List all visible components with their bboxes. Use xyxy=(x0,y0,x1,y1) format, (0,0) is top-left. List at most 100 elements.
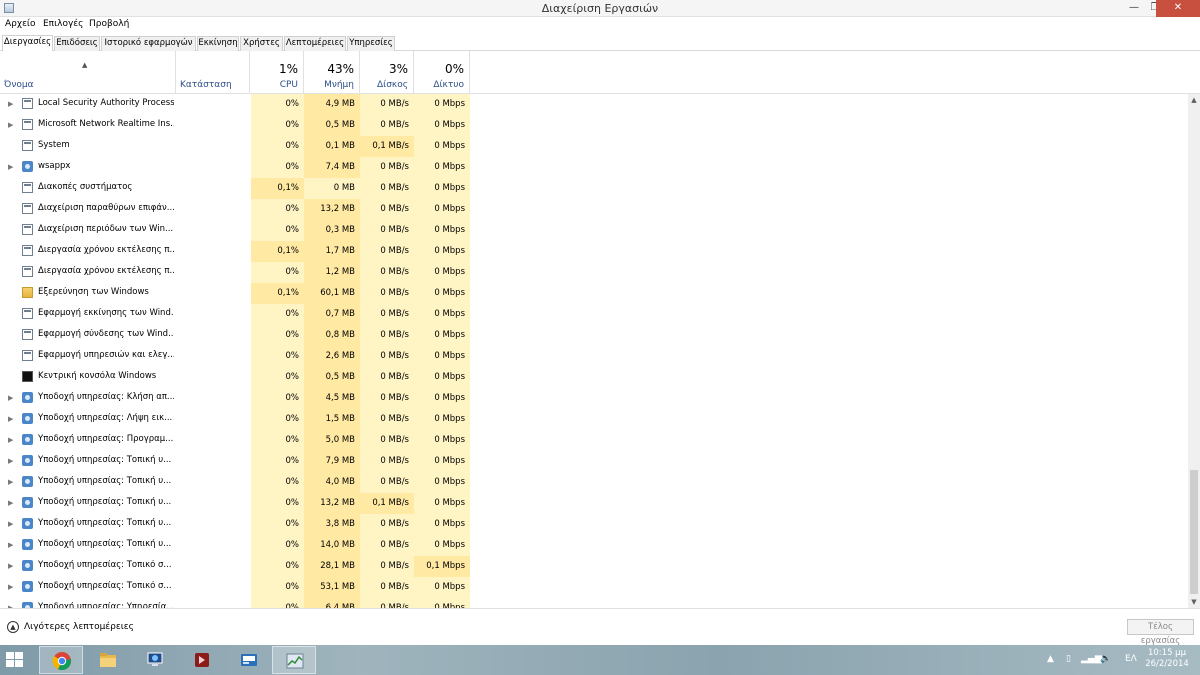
process-row[interactable]: Κεντρική κονσόλα Windows 0% 0,5 MB 0 MB/s 0 … xyxy=(0,367,1188,388)
expand-arrow-icon[interactable]: ▶ xyxy=(8,520,13,528)
process-row[interactable]: ▶ Local Security Authority Process... 0% 4,… xyxy=(0,94,1188,115)
taskbar-chrome[interactable] xyxy=(39,646,83,674)
memory-value: 14,0 MB xyxy=(304,535,360,556)
process-row[interactable]: System 0% 0,1 MB 0,1 MB/s 0 Mbps xyxy=(0,136,1188,157)
menu-view[interactable]: Προβολή xyxy=(89,19,129,29)
process-row[interactable]: ▶ Υποδοχή υπηρεσίας: Τοπικό σ... 0% 53,1 MB… xyxy=(0,577,1188,598)
menu-file[interactable]: Αρχείο xyxy=(5,19,36,29)
app-icon xyxy=(22,119,33,130)
close-button[interactable]: ✕ xyxy=(1156,0,1200,17)
process-row[interactable]: ▶ Υποδοχή υπηρεσίας: Λήψη εικ... 0% 1,5 MB 0… xyxy=(0,409,1188,430)
cpu-value: 0% xyxy=(251,367,304,388)
tab-performance[interactable]: Επιδόσεις xyxy=(54,36,100,51)
gear-icon xyxy=(22,518,33,529)
process-name: Εφαρμογή σύνδεσης των Wind... xyxy=(38,329,174,339)
process-row[interactable]: Διεργασία χρόνου εκτέλεσης π... 0,1% 1,7 M… xyxy=(0,241,1188,262)
expand-arrow-icon[interactable]: ▶ xyxy=(8,394,13,402)
process-row[interactable]: Εφαρμογή υπηρεσιών και ελεγ... 0% 2,6 MB 0 … xyxy=(0,346,1188,367)
process-row[interactable]: ▶ Υποδοχή υπηρεσίας: Τοπική υ... 0% 13,2 MB… xyxy=(0,493,1188,514)
memory-value: 0,8 MB xyxy=(304,325,360,346)
process-row[interactable]: ▶ Υποδοχή υπηρεσίας: Τοπικό σ... 0% 28,1 MB… xyxy=(0,556,1188,577)
taskbar-task-manager[interactable] xyxy=(272,646,316,674)
expand-arrow-icon[interactable]: ▶ xyxy=(8,415,13,423)
disk-value: 0 MB/s xyxy=(360,157,414,178)
taskbar-blue-app[interactable] xyxy=(227,646,271,674)
process-row[interactable]: ▶ Υποδοχή υπηρεσίας: Κλήση απ... 0% 4,5 MB 0… xyxy=(0,388,1188,409)
tab-details[interactable]: Λεπτομέρειες xyxy=(284,36,346,51)
expand-arrow-icon[interactable]: ▶ xyxy=(8,436,13,444)
app-icon xyxy=(22,182,33,193)
volume-icon[interactable]: 🔈 xyxy=(1100,654,1111,664)
scrollbar-thumb[interactable] xyxy=(1190,470,1198,594)
process-row[interactable]: Διακοπές συστήματος 0,1% 0 MB 0 MB/s 0 Mbps xyxy=(0,178,1188,199)
language-indicator[interactable]: ΕΛ xyxy=(1125,654,1137,664)
process-row[interactable]: ▶ Υποδοχή υπηρεσίας: Τοπική υ... 0% 14,0 MB… xyxy=(0,535,1188,556)
process-row[interactable]: Εξερεύνηση των Windows 0,1% 60,1 MB 0 MB/s 0… xyxy=(0,283,1188,304)
tab-services[interactable]: Υπηρεσίες xyxy=(347,36,395,51)
disk-total: 3% xyxy=(388,62,408,76)
expand-arrow-icon[interactable]: ▶ xyxy=(8,499,13,507)
cpu-value: 0% xyxy=(251,493,304,514)
tab-app-history[interactable]: Ιστορικό εφαρμογών xyxy=(101,36,196,51)
process-row[interactable]: Διεργασία χρόνου εκτέλεσης π... 0% 1,2 MB 0… xyxy=(0,262,1188,283)
cpu-value: 0% xyxy=(251,556,304,577)
expand-arrow-icon[interactable]: ▶ xyxy=(8,163,13,171)
end-task-button[interactable]: Τέλος εργασίας xyxy=(1127,619,1194,646)
column-cpu[interactable]: 1% CPU xyxy=(251,51,304,94)
scroll-down-icon[interactable]: ▼ xyxy=(1188,596,1200,608)
fewer-details-link[interactable]: Λιγότερες λεπτομέρειες xyxy=(24,622,134,632)
expand-arrow-icon[interactable]: ▶ xyxy=(8,541,13,549)
chevron-up-icon[interactable]: ▲ xyxy=(7,621,19,633)
tab-processes[interactable]: Διεργασίες xyxy=(2,35,53,52)
expand-arrow-icon[interactable]: ▶ xyxy=(8,562,13,570)
expand-arrow-icon[interactable]: ▶ xyxy=(8,100,13,108)
cpu-value: 0,1% xyxy=(251,178,304,199)
show-hidden-icons-icon[interactable]: ▲ xyxy=(1047,654,1054,664)
process-name: Εφαρμογή υπηρεσιών και ελεγ... xyxy=(38,350,174,360)
gear-icon xyxy=(22,413,33,424)
process-row[interactable]: ▶ wsappx 0% 7,4 MB 0 MB/s 0 Mbps xyxy=(0,157,1188,178)
tab-users[interactable]: Χρήστες xyxy=(240,36,283,51)
expand-arrow-icon[interactable]: ▶ xyxy=(8,121,13,129)
column-memory[interactable]: 43% Μνήμη xyxy=(304,51,360,94)
memory-value: 3,8 MB xyxy=(304,514,360,535)
process-row[interactable]: Εφαρμογή εκκίνησης των Wind... 0% 0,7 MB 0 … xyxy=(0,304,1188,325)
clock[interactable]: 10:15 μμ 26/2/2014 xyxy=(1142,648,1192,670)
expand-arrow-icon[interactable]: ▶ xyxy=(8,583,13,591)
task-manager-icon xyxy=(286,653,304,669)
taskbar-red-app[interactable] xyxy=(180,646,224,674)
signal-icon[interactable]: ▂▄▆ xyxy=(1081,654,1102,664)
column-name[interactable]: ▲ Όνομα xyxy=(0,51,176,94)
process-row[interactable]: ▶ Υποδοχή υπηρεσίας: Υπηρεσία... 0% 6,4 MB 0… xyxy=(0,598,1188,608)
cpu-value: 0% xyxy=(251,220,304,241)
process-row[interactable]: Διαχείριση παραθύρων επιφάν... 0% 13,2 MB 0… xyxy=(0,199,1188,220)
process-name: Διαχείριση παραθύρων επιφάν... xyxy=(38,203,174,213)
process-row[interactable]: ▶ Υποδοχή υπηρεσίας: Προγραμ... 0% 5,0 MB 0 … xyxy=(0,430,1188,451)
expand-arrow-icon[interactable]: ▶ xyxy=(8,457,13,465)
memory-total: 43% xyxy=(327,62,354,76)
tab-startup[interactable]: Εκκίνηση xyxy=(197,36,239,51)
cpu-value: 0% xyxy=(251,157,304,178)
network-value: 0 Mbps xyxy=(414,115,470,136)
battery-icon[interactable]: ▯ xyxy=(1066,654,1071,664)
process-row[interactable]: Εφαρμογή σύνδεσης των Wind... 0% 0,8 MB 0 M… xyxy=(0,325,1188,346)
process-row[interactable]: Διαχείριση περιόδων των Win... 0% 0,3 MB 0 … xyxy=(0,220,1188,241)
expand-arrow-icon[interactable]: ▶ xyxy=(8,478,13,486)
taskbar-file-explorer[interactable] xyxy=(86,646,130,674)
process-row[interactable]: ▶ Υποδοχή υπηρεσίας: Τοπική υ... 0% 3,8 MB 0… xyxy=(0,514,1188,535)
column-disk[interactable]: 3% Δίσκος xyxy=(360,51,414,94)
vertical-scrollbar[interactable]: ▲ ▼ xyxy=(1188,94,1200,608)
network-value: 0 Mbps xyxy=(414,136,470,157)
process-row[interactable]: ▶ Υποδοχή υπηρεσίας: Τοπική υ... 0% 4,0 MB 0… xyxy=(0,472,1188,493)
column-network[interactable]: 0% Δίκτυο xyxy=(414,51,470,94)
column-status[interactable]: Κατάσταση xyxy=(176,51,250,94)
taskbar-remote-desktop[interactable] xyxy=(133,646,177,674)
title-bar: Διαχείριση Εργασιών — ❐ ✕ xyxy=(0,0,1200,17)
process-row[interactable]: ▶ Microsoft Network Realtime Ins... 0% 0,5 … xyxy=(0,115,1188,136)
start-button[interactable] xyxy=(6,652,24,668)
menu-options[interactable]: Επιλογές xyxy=(43,19,83,29)
app-icon xyxy=(22,98,33,109)
disk-value: 0,1 MB/s xyxy=(360,136,414,157)
process-row[interactable]: ▶ Υποδοχή υπηρεσίας: Τοπική υ... 0% 7,9 MB 0… xyxy=(0,451,1188,472)
scroll-up-icon[interactable]: ▲ xyxy=(1188,94,1200,106)
